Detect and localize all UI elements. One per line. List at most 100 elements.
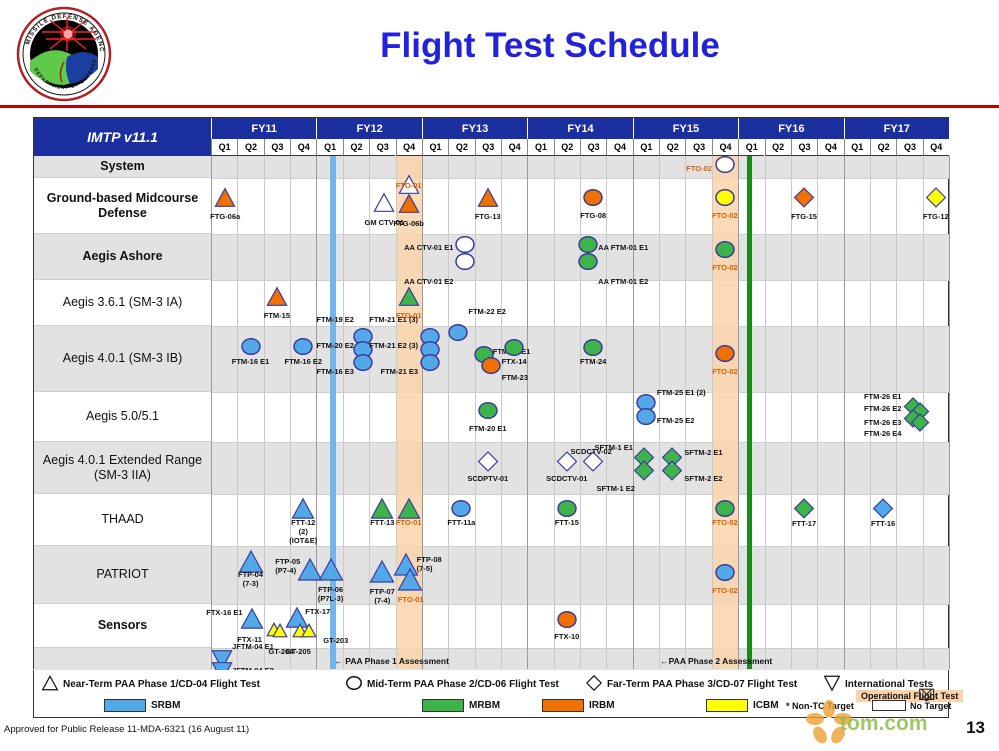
fiscal-year-header-fy11: FY11: [211, 118, 317, 139]
event-marker-ftx-10[interactable]: [557, 610, 577, 635]
event-label-ftm-25-e1-2: FTM-25 E1 (2): [656, 388, 706, 397]
event-marker-fto-02[interactable]: [715, 344, 735, 369]
quarter-header-fy14-q2: Q2: [553, 139, 580, 156]
grid-line: [290, 156, 292, 669]
event-marker-fto-01[interactable]: [397, 286, 420, 312]
grid-line: [448, 156, 450, 669]
fiscal-year-header-fy13: FY13: [421, 118, 528, 139]
quarter-header-fy11-q2: Q2: [237, 139, 264, 156]
event-marker-aa-ftm-01-e2[interactable]: [578, 252, 598, 277]
quarter-header-fy15-q1: Q1: [632, 139, 660, 156]
legend-note-no-target: No Target: [872, 700, 951, 711]
event-label-ftm-16-e1: FTM-16 E1: [231, 357, 270, 366]
event-marker-ftg-08[interactable]: [583, 188, 603, 213]
event-marker-fto-02[interactable]: [715, 155, 735, 180]
legend-swatch-no-target: [872, 700, 906, 711]
event-marker-ftx-16-e1[interactable]: [239, 607, 264, 635]
event-label-fto-02: FTO-02: [712, 263, 738, 272]
event-marker-ftg-06b[interactable]: [397, 193, 420, 219]
quarter-header-fy17-q2: Q2: [869, 139, 897, 156]
event-label-ftm-20-e2: FTM-20 E2: [316, 341, 354, 350]
legend-swatch-mrbm: [422, 699, 464, 712]
event-label-jftm-04-e1: JFTM-04 E1: [232, 641, 274, 651]
event-label-fto-02: FTO-02: [712, 518, 738, 527]
quarter-header-fy17-q3: Q3: [896, 139, 923, 156]
grid-line: [659, 156, 661, 669]
event-marker-ftg-15[interactable]: [793, 187, 815, 213]
quarter-header-fy11-q1: Q1: [211, 139, 238, 156]
row-label-ground-based-midcourse-defense: Ground-based Midcourse Defense: [34, 178, 211, 234]
event-marker-fto-02[interactable]: [715, 563, 735, 588]
event-label-ftm-25-e2: FTM-25 E2: [656, 416, 695, 425]
grid-line: [949, 156, 950, 669]
row-label-sensors: Sensors: [34, 604, 211, 648]
fiscal-year-header-fy17: FY17: [843, 118, 949, 139]
event-marker-ftm-22-e2[interactable]: [448, 323, 469, 348]
row-label-aegis-4-0-1-sm-3-ib: Aegis 4.0.1 (SM-3 IB): [34, 326, 211, 392]
paa-phase-2-assessment-note: ←PAA Phase 2 Assessment: [660, 656, 773, 666]
quarter-header-fy12-q3: Q3: [369, 139, 396, 156]
event-label-ftm-19-e2: FTM-19 E2: [316, 315, 354, 324]
quarter-header-fy16-q1: Q1: [738, 139, 765, 156]
quarter-header-fy12-q4: Q4: [395, 139, 422, 156]
event-label-ftm-22-e2: FTM-22 E2: [468, 307, 506, 316]
event-marker-ftm-25-e2[interactable]: [636, 407, 656, 432]
grid-line: [843, 156, 845, 669]
page-header: MISSILE DEFENSE AGENCY DEPARTMENT OF DEF…: [0, 0, 999, 108]
event-marker-aa-ctv-01-e2[interactable]: [455, 252, 476, 277]
event-marker-sftm-2-e2[interactable]: [661, 460, 683, 486]
event-marker-ftm-20-e1[interactable]: [478, 401, 498, 426]
row-label-aegis-4-0-1-extended-range-sm-3-iia: Aegis 4.0.1 Extended Range (SM-3 IIA): [34, 442, 211, 494]
event-marker-ftp-07-7-4[interactable]: [369, 559, 395, 589]
legend-shape-item-diamond: Far-Term PAA Phase 3/CD-07 Flight Test: [585, 674, 798, 694]
event-label-ftg-06a: FTG-06a: [210, 212, 241, 221]
event-marker-fto-01[interactable]: [397, 567, 423, 597]
event-marker-ftm-16-e3[interactable]: [353, 353, 373, 378]
event-marker-ftg-12[interactable]: [925, 187, 947, 213]
circle-icon: [346, 675, 362, 694]
quarter-header-fy13-q2: Q2: [448, 139, 475, 156]
event-marker-sftm-1-e2[interactable]: [633, 460, 655, 486]
close-icon[interactable]: ⌧: [918, 686, 935, 704]
quarter-header-fy16-q3: Q3: [790, 139, 818, 156]
event-marker-ftm-23[interactable]: [481, 356, 501, 381]
schedule-plot-area: FTO-02 FTG-06a GM CTV-01 FTO-01 FTG-06b FTG-1…: [206, 155, 950, 705]
event-label-ftg-08: FTG-08: [580, 211, 607, 220]
event-label-ftx-16-e1: FTX-16 E1: [206, 608, 243, 617]
quarter-header-fy12-q2: Q2: [342, 139, 370, 156]
page-number: 13: [966, 718, 985, 737]
event-marker-ftg-06a[interactable]: [214, 187, 236, 213]
legend-color-item-mrbm: MRBM: [422, 699, 500, 712]
event-marker-ftm-26-e4[interactable]: [911, 413, 930, 437]
diamond-icon: [585, 674, 603, 694]
legend-swatch-srbm: [104, 699, 146, 712]
event-marker-ftg-13[interactable]: [477, 187, 499, 213]
legend-color-item-icbm: ICBM: [706, 699, 779, 712]
paa-phase-1-assessment-note: ← PAA Phase 1 Assessment: [334, 656, 449, 666]
grid-line: [764, 156, 766, 669]
grid-line: [685, 156, 687, 669]
row-label-thaad: THAAD: [34, 494, 211, 546]
event-label-ftm-21-e1-3: FTM-21 E1 (3): [369, 315, 419, 324]
event-label-fto-02: FTO-02: [686, 164, 712, 173]
event-label-ftm-16-e2: FTM-16 E2: [284, 357, 323, 366]
fiscal-year-header-fy16: FY16: [738, 118, 844, 139]
quarter-header-fy14-q4: Q4: [606, 139, 633, 156]
event-marker-fto-02[interactable]: [715, 188, 735, 213]
event-label-ftm-26-e1: FTM-26 E1: [863, 392, 902, 401]
event-marker-ftp-06-p7l-3[interactable]: [318, 557, 344, 587]
event-marker-gm-ctv-01[interactable]: [373, 192, 395, 218]
event-marker-ftm-21-e3[interactable]: [420, 353, 440, 378]
grid-line: [817, 156, 819, 669]
event-label-ftt-16: FTT-16: [871, 519, 896, 528]
event-marker-ftm-15[interactable]: [266, 286, 288, 312]
table-corner-label: IMTP v11.1: [34, 118, 211, 156]
grid-line: [606, 156, 608, 669]
legend-shape-label: Far-Term PAA Phase 3/CD-07 Flight Test: [607, 679, 798, 690]
fiscal-year-header-fy14: FY14: [527, 118, 633, 139]
event-marker-fto-02[interactable]: [715, 240, 735, 265]
legend-color-label: SRBM: [151, 700, 181, 711]
event-marker-gt-203[interactable]: [301, 622, 318, 643]
missile-defense-agency-seal-icon: MISSILE DEFENSE AGENCY DEPARTMENT OF DEF…: [9, 0, 116, 103]
legend-shape-row: Near-Term PAA Phase 1/CD-04 Flight Test M…: [34, 671, 950, 695]
